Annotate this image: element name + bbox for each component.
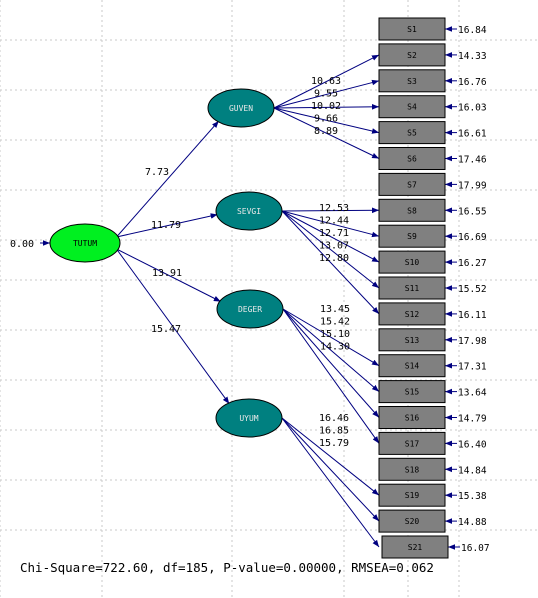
exogenous-variance-label: 0.00 — [10, 239, 34, 250]
indicator-label: S17 — [405, 439, 420, 448]
latent-label: GUVEN — [229, 104, 253, 113]
indicator-label: S5 — [407, 129, 417, 138]
gamma-label: 13.91 — [152, 268, 182, 279]
indicator-label: S2 — [407, 51, 417, 60]
fit-statistics: Chi-Square=722.60, df=185, P-value=0.000… — [20, 560, 434, 575]
indicator-label: S8 — [407, 206, 417, 215]
loading-label: 15.42 — [320, 317, 350, 328]
indicator-label: S18 — [405, 465, 420, 474]
indicator-label: S3 — [407, 77, 417, 86]
loading-label: 12.53 — [319, 203, 349, 214]
indicator-label: S7 — [407, 180, 417, 189]
error-variance-label: 15.38 — [458, 491, 487, 502]
error-variance-label: 14.33 — [458, 51, 487, 62]
gamma-label: 15.47 — [151, 324, 181, 335]
loading-label: 16.46 — [319, 413, 349, 424]
error-variance-label: 16.55 — [458, 206, 487, 217]
indicator-label: S20 — [405, 517, 420, 526]
loading-label: 15.79 — [319, 438, 349, 449]
loading-label: 9.66 — [314, 114, 338, 125]
loading-label: 9.55 — [314, 89, 338, 100]
error-variance-label: 13.64 — [458, 388, 487, 399]
error-variance-label: 17.99 — [458, 180, 487, 191]
loading-label: 8.89 — [314, 126, 338, 137]
error-variance-label: 17.31 — [458, 362, 487, 373]
indicator-label: S9 — [407, 232, 417, 241]
error-variance-label: 16.07 — [461, 543, 490, 554]
error-variance-label: 14.79 — [458, 414, 487, 425]
indicator-label: S11 — [405, 284, 420, 293]
latent-label: UYUM — [239, 414, 258, 423]
indicator-label: S16 — [405, 414, 420, 423]
indicator-label: S19 — [405, 491, 420, 500]
error-variance-label: 16.84 — [458, 25, 487, 36]
latent-label: SEVGI — [237, 207, 261, 216]
error-variance-label: 14.84 — [458, 465, 487, 476]
error-variance-label: 16.27 — [458, 258, 487, 269]
loading-label: 15.10 — [320, 329, 350, 340]
path-diagram: 0.00 7.73 11.79 13.91 15.47 10.63 9.5510.02 9.6… — [0, 0, 538, 598]
indicator-label: S15 — [405, 388, 420, 397]
indicator-label: S14 — [405, 362, 420, 371]
loading-label: 10.02 — [311, 101, 341, 112]
error-variance-label: 16.40 — [458, 439, 487, 450]
loading-label: 16.85 — [319, 426, 349, 437]
indicator-label: S12 — [405, 310, 420, 319]
error-variance-label: 16.11 — [458, 310, 487, 321]
loading-label: 13.45 — [320, 304, 350, 315]
tutum-label: TUTUM — [73, 239, 97, 248]
loading-label: 12.71 — [319, 228, 349, 239]
error-variance-label: 17.46 — [458, 155, 487, 166]
indicator-label: S13 — [405, 336, 420, 345]
error-variance-label: 16.03 — [458, 103, 487, 114]
loading-label: 12.80 — [319, 253, 349, 264]
loading-label: 13.07 — [319, 241, 349, 252]
gamma-label: 7.73 — [145, 167, 169, 178]
error-variance-label: 16.76 — [458, 77, 487, 88]
loading-label: 12.44 — [319, 216, 349, 227]
error-variance-label: 15.52 — [458, 284, 487, 295]
indicator-label: S21 — [408, 543, 423, 552]
latent-label: DEGER — [238, 305, 262, 314]
gamma-label: 11.79 — [151, 220, 181, 231]
indicator-label: S6 — [407, 155, 417, 164]
loading-label: 14.30 — [320, 342, 350, 353]
indicator-label: S10 — [405, 258, 420, 267]
indicator-label: S1 — [407, 25, 417, 34]
loading-label: 10.63 — [311, 76, 341, 87]
diagram-nodes: TUTUM GUVEN SEVGI DEGER UYUM S1 S2 S3 S4 S5 S6 S7 S8… — [49, 17, 449, 559]
indicator-label: S4 — [407, 103, 417, 112]
error-variance-label: 16.61 — [458, 129, 487, 140]
error-variance-label: 17.98 — [458, 336, 487, 347]
error-variance-label: 16.69 — [458, 232, 487, 243]
error-variance-label: 14.88 — [458, 517, 487, 528]
